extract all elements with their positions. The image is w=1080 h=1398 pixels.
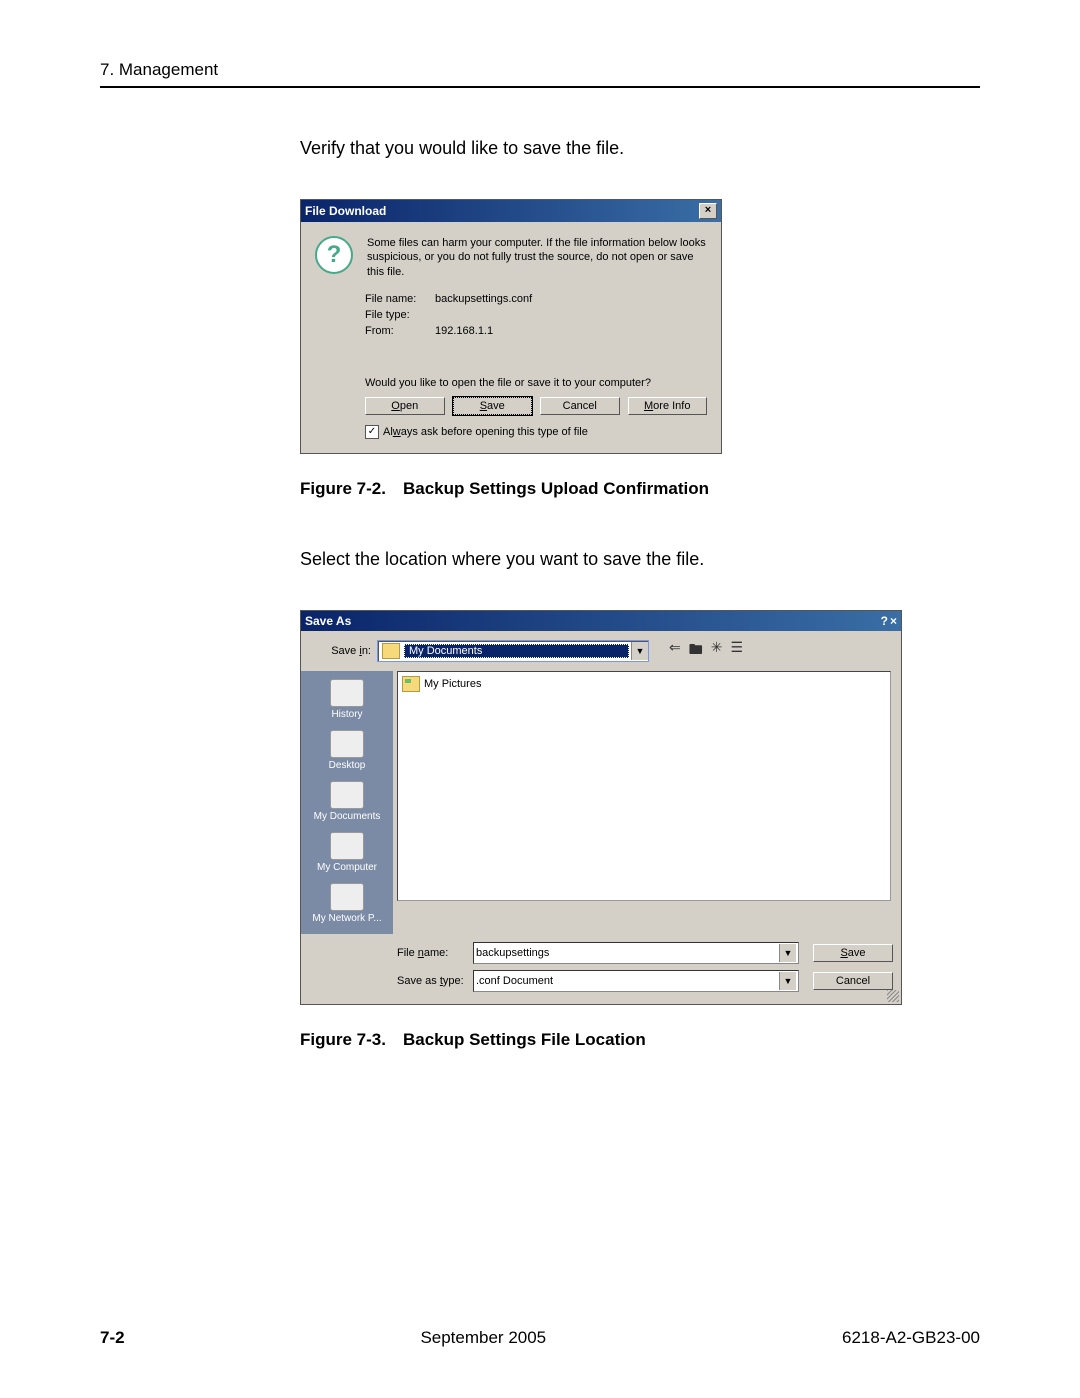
- resize-grip-icon[interactable]: [887, 990, 899, 1002]
- save-in-label: Save in:: [311, 645, 371, 657]
- save-as-type-value: .conf Document: [476, 975, 553, 987]
- close-icon[interactable]: ×: [699, 203, 717, 219]
- figure-7-2-caption: Figure 7-2. Backup Settings Upload Confi…: [300, 479, 980, 499]
- place-my-network[interactable]: My Network P...: [305, 881, 389, 928]
- filename-label: File name:: [365, 293, 435, 305]
- place-history[interactable]: History: [305, 677, 389, 724]
- filename-value: backupsettings: [476, 947, 549, 959]
- page-footer: 7-2 September 2005 6218-A2-GB23-00: [100, 1328, 980, 1348]
- filetype-label: File type:: [365, 309, 435, 321]
- places-bar: History Desktop My Documents My Computer…: [301, 671, 393, 934]
- save-button[interactable]: Save: [453, 397, 533, 415]
- history-icon: [330, 679, 364, 707]
- close-icon[interactable]: ×: [890, 614, 897, 628]
- page-number: 7-2: [100, 1328, 125, 1348]
- place-desktop[interactable]: Desktop: [305, 728, 389, 775]
- place-my-computer[interactable]: My Computer: [305, 830, 389, 877]
- file-download-dialog: File Download × ? Some files can harm yo…: [300, 199, 722, 454]
- from-label: From:: [365, 325, 435, 337]
- file-list[interactable]: My Pictures: [397, 671, 891, 901]
- list-item-label: My Pictures: [424, 678, 481, 690]
- open-button[interactable]: Open: [365, 397, 445, 415]
- from-value: 192.168.1.1: [435, 325, 493, 337]
- footer-docid: 6218-A2-GB23-00: [842, 1328, 980, 1348]
- section-header: 7. Management: [100, 60, 980, 80]
- chevron-down-icon[interactable]: ▼: [779, 972, 796, 990]
- chevron-down-icon[interactable]: ▼: [631, 642, 648, 660]
- body-paragraph-2: Select the location where you want to sa…: [300, 549, 980, 570]
- desktop-icon: [330, 730, 364, 758]
- cancel-button[interactable]: Cancel: [540, 397, 620, 415]
- computer-icon: [330, 832, 364, 860]
- views-icon[interactable]: ☰: [730, 639, 743, 663]
- always-ask-checkbox[interactable]: ✓: [365, 425, 379, 439]
- figure-7-3-caption: Figure 7-3. Backup Settings File Locatio…: [300, 1030, 980, 1050]
- save-as-type-label: Save as type:: [393, 975, 473, 987]
- footer-date: September 2005: [420, 1328, 546, 1348]
- cancel-button[interactable]: Cancel: [813, 972, 893, 990]
- back-icon[interactable]: ⇐: [669, 639, 681, 663]
- more-info-button[interactable]: More Info: [628, 397, 708, 415]
- folder-icon: [402, 676, 420, 692]
- folder-icon: [382, 643, 400, 659]
- header-rule: [100, 86, 980, 88]
- save-in-dropdown[interactable]: My Documents ▼: [377, 640, 649, 662]
- up-one-level-icon[interactable]: 🖿: [689, 639, 703, 663]
- warning-text: Some files can harm your computer. If th…: [367, 236, 707, 279]
- documents-icon: [330, 781, 364, 809]
- figure-7-2: File Download × ? Some files can harm yo…: [300, 199, 980, 454]
- body-paragraph-1: Verify that you would like to save the f…: [300, 138, 980, 159]
- figure-7-3: Save As ? × Save in: My Documents ▼ ⇐ 🖿 …: [300, 610, 980, 1005]
- question-icon: ?: [315, 236, 353, 274]
- new-folder-icon[interactable]: ✳: [711, 639, 723, 663]
- save-as-type-dropdown[interactable]: .conf Document ▼: [473, 970, 799, 992]
- list-item[interactable]: My Pictures: [402, 676, 886, 692]
- network-icon: [330, 883, 364, 911]
- help-icon[interactable]: ?: [881, 614, 888, 628]
- open-save-prompt: Would you like to open the file or save …: [365, 377, 707, 389]
- place-my-documents[interactable]: My Documents: [305, 779, 389, 826]
- save-button[interactable]: Save: [813, 944, 893, 962]
- filename-input[interactable]: backupsettings ▼: [473, 942, 799, 964]
- dialog-titlebar: File Download ×: [301, 200, 721, 222]
- save-in-value: My Documents: [404, 644, 629, 658]
- filename-value: backupsettings.conf: [435, 293, 532, 305]
- always-ask-label: Always ask before opening this type of f…: [383, 426, 588, 438]
- chevron-down-icon[interactable]: ▼: [779, 944, 796, 962]
- dialog-title: Save As: [305, 614, 351, 628]
- dialog-titlebar: Save As ? ×: [301, 611, 901, 631]
- filename-label: File name:: [393, 947, 473, 959]
- save-as-dialog: Save As ? × Save in: My Documents ▼ ⇐ 🖿 …: [300, 610, 902, 1005]
- dialog-title: File Download: [305, 204, 386, 218]
